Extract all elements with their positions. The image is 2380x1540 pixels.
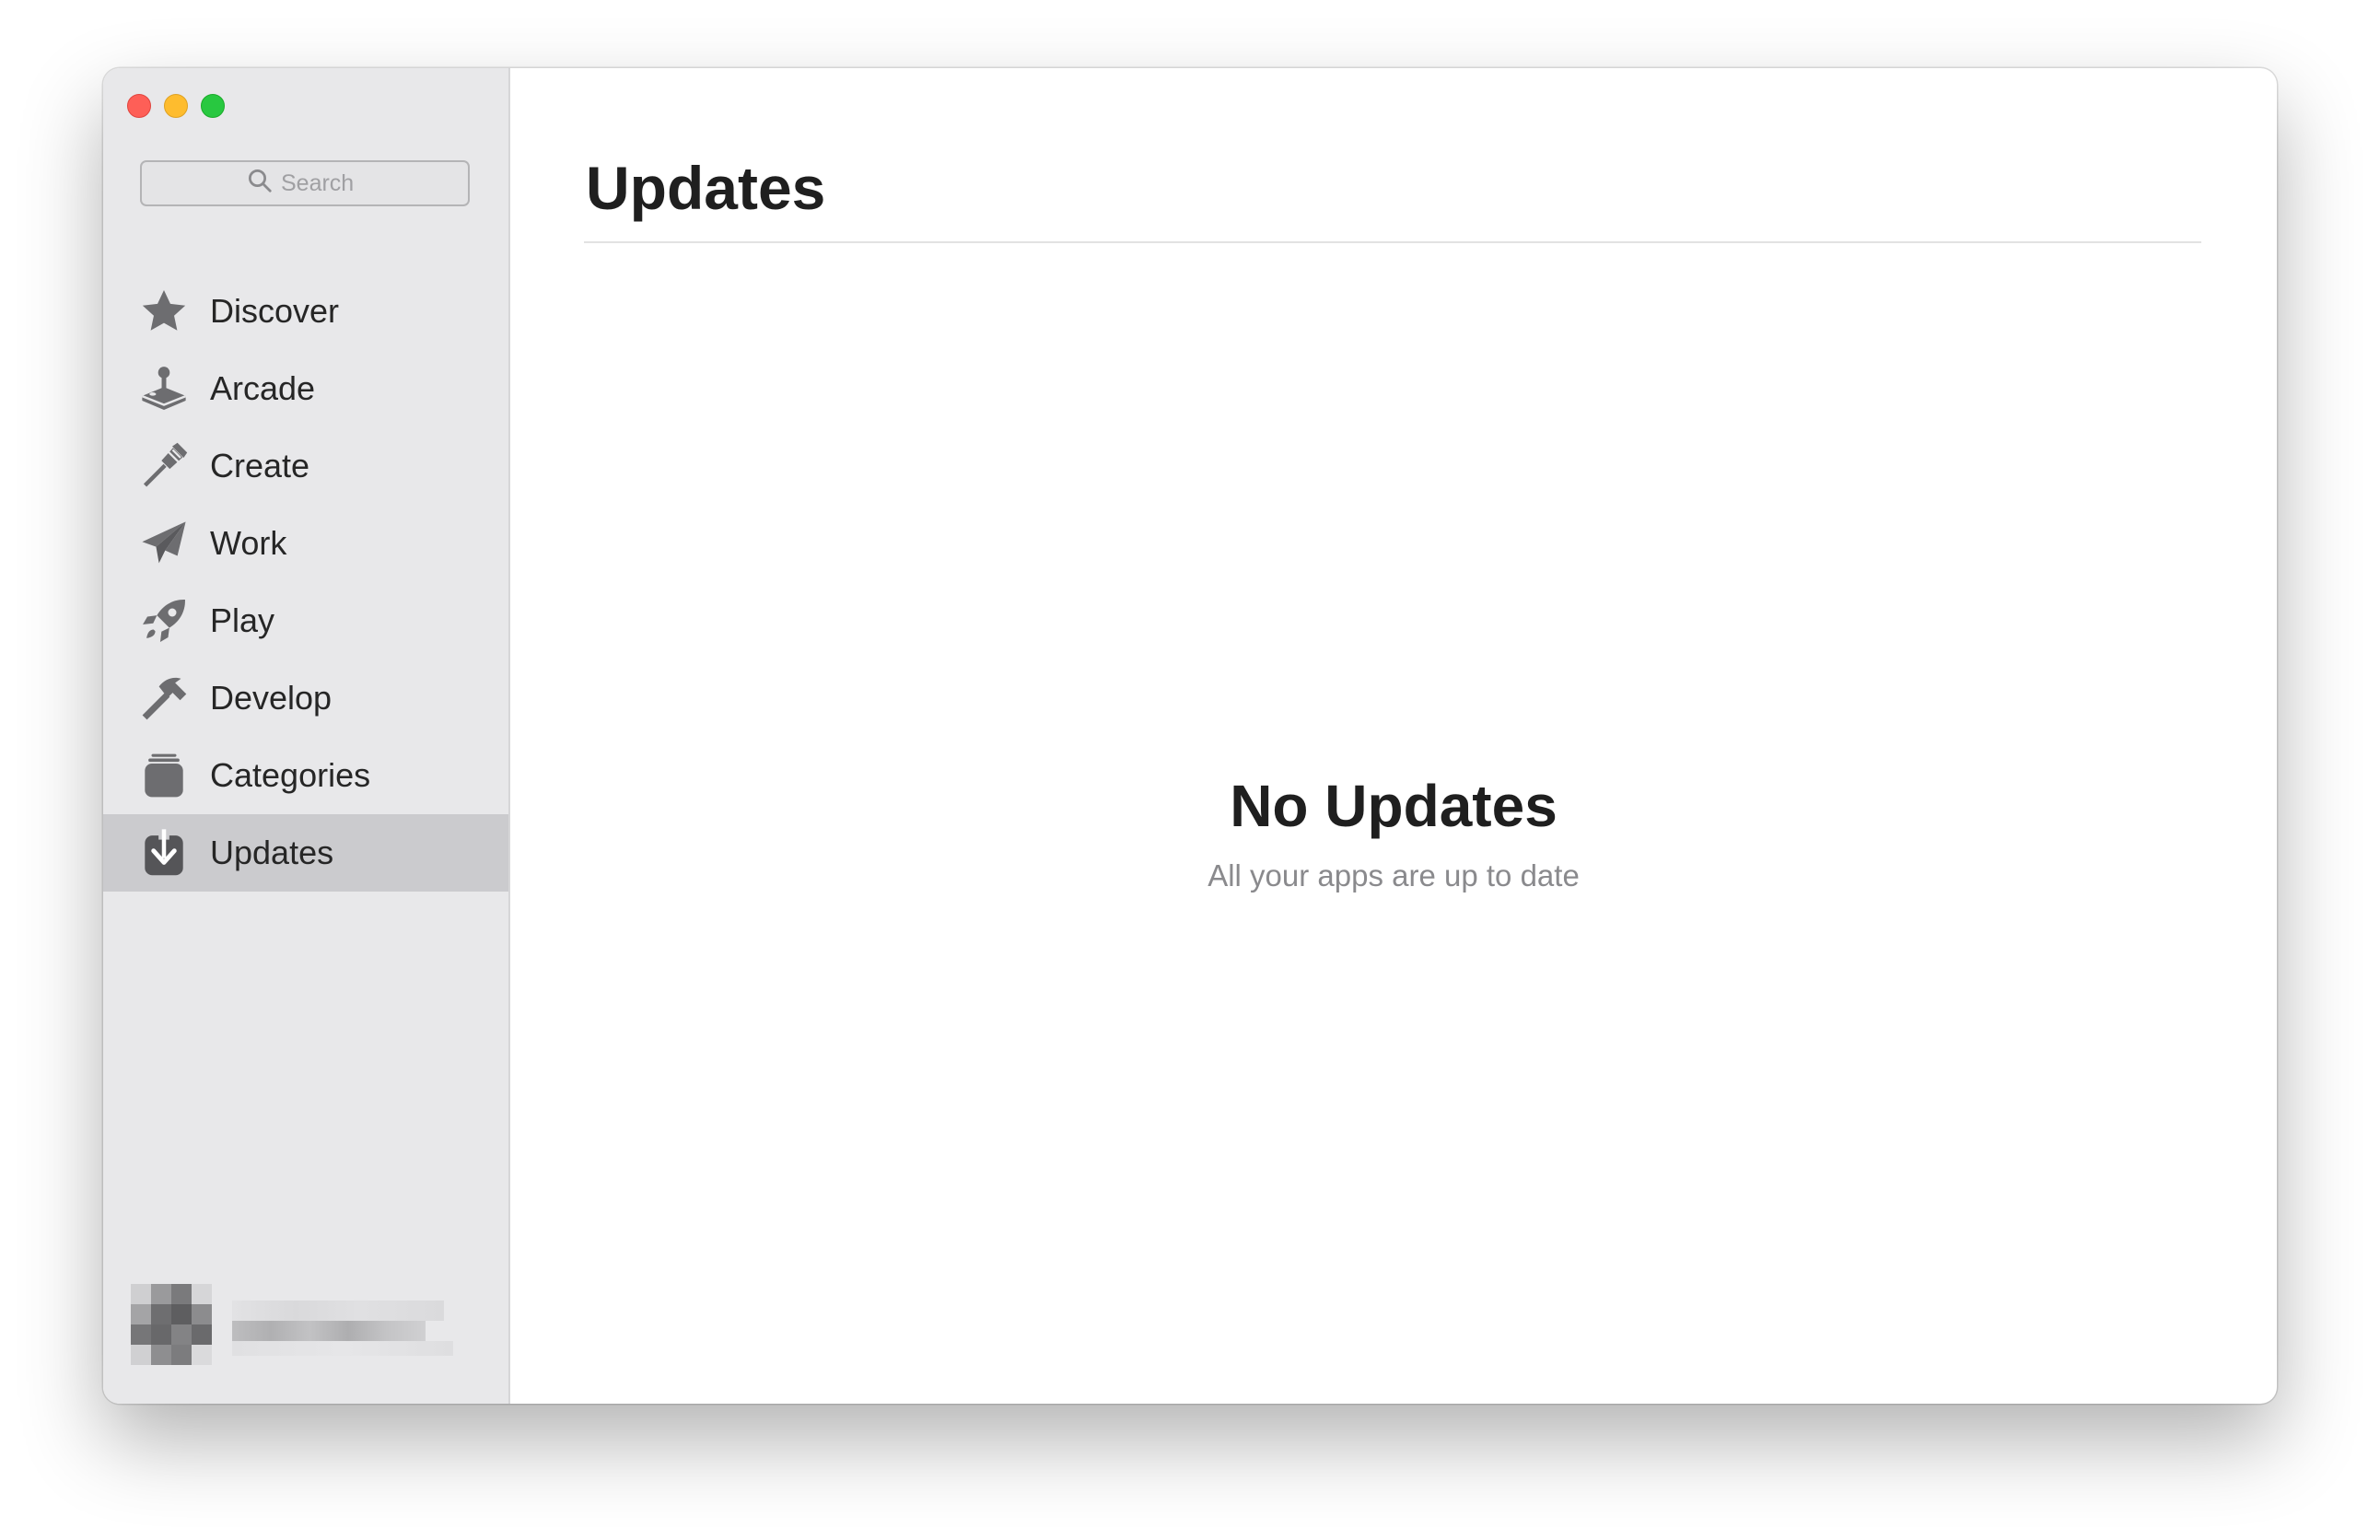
main-content: Updates No Updates All your apps are up … [510, 68, 2277, 1404]
account-name-obscured-top [232, 1301, 444, 1321]
page-title: Updates [586, 154, 826, 222]
search-icon [246, 167, 274, 201]
sidebar-item-label: Categories [210, 756, 371, 794]
search-input[interactable] [281, 169, 364, 197]
sidebar-item-label: Play [210, 601, 275, 639]
sidebar-item-work[interactable]: Work [103, 505, 508, 582]
hammer-icon [138, 672, 190, 724]
download-icon [138, 827, 190, 879]
paintbrush-icon [138, 440, 190, 492]
title-divider [584, 241, 2201, 243]
app-store-window: Discover Arcade [103, 68, 2277, 1404]
empty-state-title: No Updates [1230, 773, 1558, 839]
sidebar-item-label: Arcade [210, 369, 316, 407]
maximize-window-button[interactable] [201, 94, 225, 118]
joystick-icon [138, 363, 190, 414]
stack-icon [138, 750, 190, 801]
sidebar-item-label: Updates [210, 834, 334, 871]
sidebar-item-categories[interactable]: Categories [103, 737, 508, 814]
paper-plane-icon [138, 518, 190, 569]
sidebar-item-create[interactable]: Create [103, 427, 508, 505]
sidebar: Discover Arcade [103, 68, 510, 1404]
sidebar-item-label: Develop [210, 679, 332, 717]
sidebar-nav: Discover Arcade Create Work Play Develop… [103, 273, 508, 892]
account-button[interactable] [131, 1284, 481, 1376]
minimize-window-button[interactable] [164, 94, 188, 118]
star-icon [138, 286, 190, 337]
sidebar-item-label: Discover [210, 292, 340, 330]
sidebar-item-updates[interactable]: Updates [103, 814, 508, 892]
sidebar-item-develop[interactable]: Develop [103, 659, 508, 737]
account-name-obscured [232, 1321, 426, 1341]
sidebar-item-label: Work [210, 524, 287, 562]
account-name-obscured-bottom [232, 1341, 453, 1356]
sidebar-item-play[interactable]: Play [103, 582, 508, 659]
search-field[interactable] [140, 160, 470, 206]
empty-state-subtitle: All your apps are up to date [1208, 858, 1580, 892]
close-window-button[interactable] [127, 94, 151, 118]
sidebar-item-arcade[interactable]: Arcade [103, 350, 508, 427]
sidebar-item-label: Create [210, 447, 310, 484]
rocket-icon [138, 595, 190, 647]
sidebar-item-discover[interactable]: Discover [103, 273, 508, 350]
